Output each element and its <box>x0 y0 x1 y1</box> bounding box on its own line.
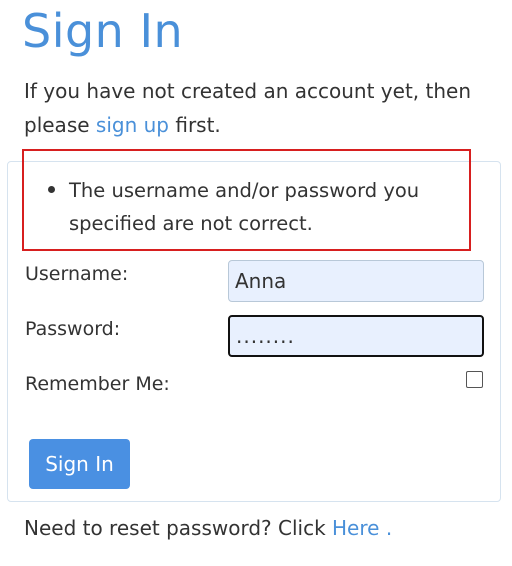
intro-text: If you have not created an account yet, … <box>24 74 494 142</box>
footer-suffix: . <box>385 516 393 540</box>
error-item: The username and/or password you specifi… <box>48 174 468 240</box>
sign-up-link[interactable]: sign up <box>96 113 169 137</box>
password-input[interactable] <box>228 315 484 357</box>
error-list: The username and/or password you specifi… <box>48 174 468 240</box>
intro-suffix: first. <box>175 113 221 137</box>
sign-in-button[interactable]: Sign In <box>29 439 130 489</box>
remember-me-checkbox[interactable] <box>466 371 483 388</box>
reset-here-link[interactable]: Here <box>332 516 379 540</box>
error-message: The username and/or password you specifi… <box>69 179 420 235</box>
username-label: Username: <box>25 263 129 285</box>
reset-password-text: Need to reset password? Click Here . <box>24 516 392 540</box>
bullet-icon <box>48 186 55 193</box>
password-label: Password: <box>25 318 121 340</box>
footer-prefix: Need to reset password? Click <box>24 516 326 540</box>
username-input[interactable] <box>228 260 484 302</box>
page-title: Sign In <box>22 4 184 58</box>
remember-me-label: Remember Me: <box>25 373 170 395</box>
sign-in-page: Sign In If you have not created an accou… <box>0 0 512 566</box>
intro-prefix: If you have not created an account yet, … <box>24 79 472 137</box>
